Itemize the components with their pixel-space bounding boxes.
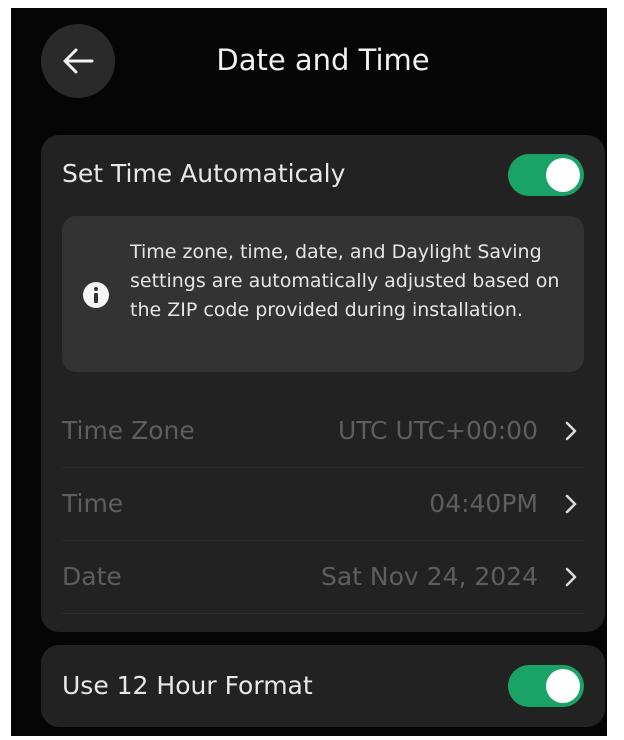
date-label: Date [62, 562, 122, 591]
date-time-screen: Date and Time Set Time Automaticaly Time… [11, 8, 607, 736]
info-icon [83, 282, 109, 308]
hour-format-card: Use 12 Hour Format [41, 645, 605, 727]
setting-row-time[interactable]: Time 04:40PM [62, 467, 584, 541]
use-12-hour-format-label: Use 12 Hour Format [62, 671, 313, 700]
time-zone-value: UTC UTC+00:00 [337, 416, 538, 445]
use-12-hour-format-toggle[interactable] [508, 665, 584, 707]
toggle-knob [546, 158, 580, 192]
time-zone-label: Time Zone [62, 416, 195, 445]
chevron-right-icon [565, 494, 577, 514]
time-label: Time [62, 489, 124, 518]
toggle-knob [546, 669, 580, 703]
chevron-right-icon [565, 567, 577, 587]
page-title: Date and Time [216, 43, 430, 77]
setting-row-time-zone[interactable]: Time Zone UTC UTC+00:00 [62, 394, 584, 468]
info-box: Time zone, time, date, and Daylight Savi… [62, 216, 584, 372]
auto-time-card: Set Time Automaticaly Time zone, time, d… [41, 135, 605, 632]
set-time-automatically-toggle[interactable] [508, 154, 584, 196]
setting-row-date[interactable]: Date Sat Nov 24, 2024 [62, 540, 584, 614]
set-time-automatically-label: Set Time Automaticaly [62, 159, 346, 188]
chevron-right-icon [565, 421, 577, 441]
info-text: Time zone, time, date, and Daylight Savi… [130, 241, 560, 321]
date-value: Sat Nov 24, 2024 [320, 562, 538, 591]
time-value: 04:40PM [429, 489, 538, 518]
